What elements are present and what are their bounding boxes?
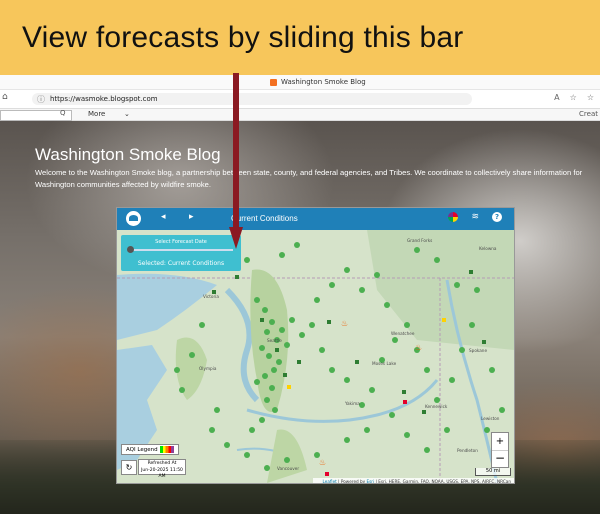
zoom-out-button[interactable]: − xyxy=(492,450,508,467)
leaflet-link[interactable]: Leaflet xyxy=(323,479,337,483)
create-blog-link[interactable]: Creat xyxy=(579,110,598,118)
attribution-sources: | Esri, HERE, Garmin, FAO, NOAA, USGS, E… xyxy=(374,479,511,484)
pointer-arrow xyxy=(229,73,243,249)
address-bar-actions: A ☆ ☆ xyxy=(554,93,594,102)
place-label: Yakima xyxy=(344,401,360,406)
blogger-icon xyxy=(270,78,277,86)
tab-title: Washington Smoke Blog xyxy=(281,78,366,86)
banner-title: View forecasts by sliding this bar xyxy=(22,21,464,54)
place-label: Vancouver xyxy=(277,466,299,471)
svg-text:♨: ♨ xyxy=(341,319,348,328)
refreshed-time: Jun-20-2025 11:50 AM xyxy=(141,467,183,480)
zoom-in-button[interactable]: + xyxy=(492,433,508,451)
place-label: Grand Forks xyxy=(407,238,432,243)
next-date-button[interactable]: ▸ xyxy=(189,212,194,222)
agency-logo-icon xyxy=(126,211,141,226)
map-header: ◂ ▸ Current Conditions ≋ ? xyxy=(117,208,514,230)
map-scale-bar: 50 mi xyxy=(475,468,511,476)
place-label: Spokane xyxy=(469,348,487,353)
selected-prefix: Selected: xyxy=(137,260,168,267)
palette-icon[interactable] xyxy=(448,212,459,222)
map-header-icons: ≋ ? xyxy=(448,212,502,222)
smoke-map-widget: ◂ ▸ Current Conditions ≋ ? ♨ ♨ ♨ Grand F… xyxy=(116,207,515,484)
info-icon[interactable]: ⓘ xyxy=(37,94,45,106)
forecast-date-panel: Select Forecast Date Selected: Current C… xyxy=(121,235,241,271)
url-field[interactable]: ⓘ https://wasmoke.blogspot.com xyxy=(32,93,472,105)
forecast-date-slider[interactable] xyxy=(129,249,233,251)
chevron-down-icon[interactable]: ⌄ xyxy=(124,110,130,118)
layers-icon[interactable]: ≋ xyxy=(471,212,479,222)
read-aloud-icon[interactable]: A xyxy=(554,93,559,102)
browser-tab[interactable]: Washington Smoke Blog xyxy=(270,78,366,86)
previous-date-button[interactable]: ◂ xyxy=(161,212,166,222)
collections-icon[interactable]: ☆ xyxy=(587,93,594,102)
svg-text:♨: ♨ xyxy=(319,458,326,467)
zoom-control: + − xyxy=(491,432,509,468)
aqi-legend-label: AQI Legend xyxy=(126,447,158,453)
forecast-slider-label: Select Forecast Date xyxy=(155,239,207,245)
refresh-icon[interactable]: ↻ xyxy=(121,460,137,475)
home-icon[interactable]: ⌂ xyxy=(2,92,8,102)
map-attribution: Leaflet | Powered by Esri | Esri, HERE, … xyxy=(313,478,514,484)
aqi-legend-button[interactable]: AQI Legend xyxy=(121,444,179,455)
refresh-timestamp: Refreshed At Jun-20-2025 11:50 AM xyxy=(138,459,186,479)
place-label: Kennewick xyxy=(425,404,448,409)
blog-description: Welcome to the Washington Smoke blog, a … xyxy=(35,168,583,189)
place-label: Pendleton xyxy=(457,448,478,453)
help-icon[interactable]: ? xyxy=(492,212,502,222)
selected-forecast: Selected: Current Conditions xyxy=(121,260,241,267)
favorite-star-icon[interactable]: ☆ xyxy=(570,93,577,102)
place-label: Victoria xyxy=(203,294,219,299)
place-label: Seattle xyxy=(267,338,282,343)
place-label: Lewiston xyxy=(481,416,500,421)
forecast-slider-handle[interactable] xyxy=(127,246,134,253)
blog-title[interactable]: Washington Smoke Blog xyxy=(35,145,221,165)
selected-value: Current Conditions xyxy=(167,260,225,267)
aqi-color-swatch xyxy=(159,446,174,453)
attribution-powered: | Powered by xyxy=(336,479,367,484)
place-label: Wenatchee xyxy=(391,331,415,336)
svg-text:♨: ♨ xyxy=(415,343,422,352)
instruction-banner: View forecasts by sliding this bar xyxy=(0,0,600,75)
more-button[interactable]: More xyxy=(88,110,105,118)
place-label: Kelowna xyxy=(479,246,497,251)
url-text: https://wasmoke.blogspot.com xyxy=(50,95,158,103)
place-label: Olympia xyxy=(199,366,217,371)
search-icon[interactable]: Q xyxy=(60,109,66,117)
place-label: Moses Lake xyxy=(372,361,397,366)
